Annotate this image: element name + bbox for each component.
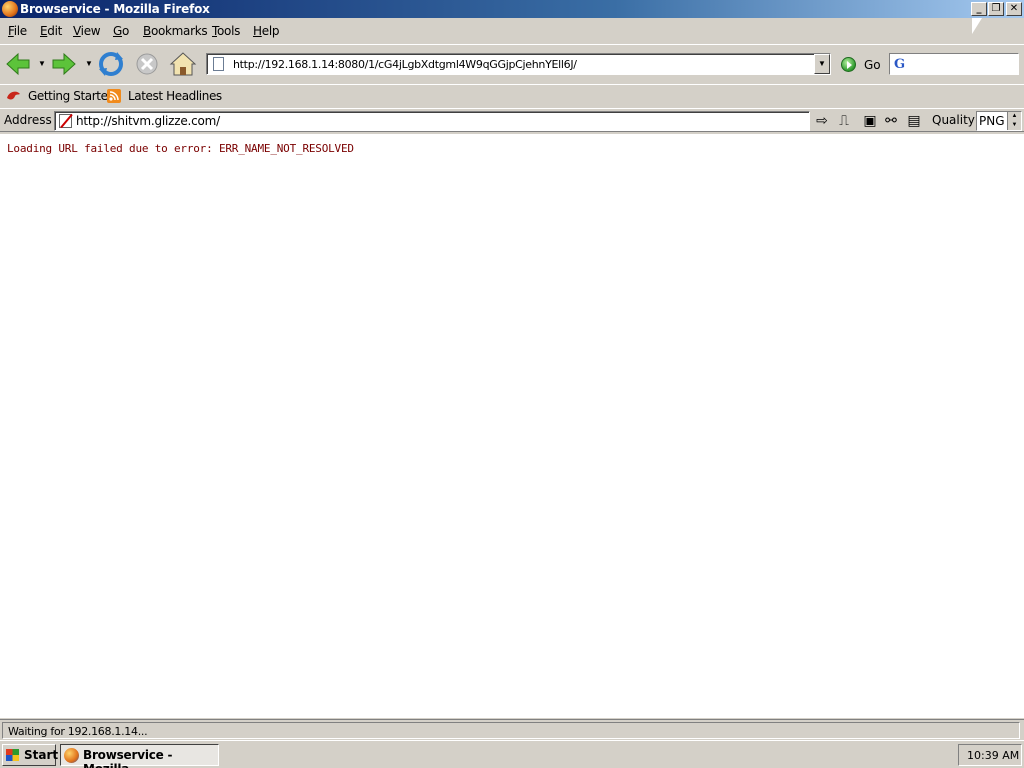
navigation-toolbar: ▼ ▼ http://192.168.1.14:8080/1/cG4jLgbXd…: [0, 44, 1024, 82]
start-button[interactable]: Start: [2, 744, 59, 766]
address-text[interactable]: http://shitvm.glizze.com/: [76, 114, 220, 128]
menu-bookmarks[interactable]: Bookmarks: [143, 24, 208, 38]
google-search-icon[interactable]: G: [894, 57, 905, 72]
forward-dropdown-icon[interactable]: ▼: [85, 59, 93, 68]
find-binoculars-icon[interactable]: ⚯: [883, 113, 899, 129]
minimize-button[interactable]: _: [971, 2, 987, 16]
quality-label: Quality: [932, 113, 975, 127]
go-icon[interactable]: [841, 57, 856, 72]
clock[interactable]: 10:39 AM: [967, 749, 1019, 762]
getting-started-icon: [7, 91, 20, 100]
bookmark-list-icon[interactable]: ▣: [862, 113, 878, 129]
taskbar-task-label: Browservice - Mozilla...: [83, 748, 173, 768]
menu-go[interactable]: Go: [113, 24, 129, 38]
mouse-cursor-icon: [972, 18, 982, 34]
bookmark-latest-headlines[interactable]: Latest Headlines: [128, 89, 222, 103]
windows-logo-icon: [6, 749, 19, 761]
status-bar: Waiting for 192.168.1.14...: [0, 719, 1024, 740]
menu-view[interactable]: View: [73, 24, 101, 38]
rss-feed-icon: [107, 89, 121, 103]
stop-button[interactable]: [133, 51, 161, 77]
close-button[interactable]: ✕: [1006, 2, 1022, 16]
page-icon: [213, 57, 224, 71]
home-button[interactable]: [169, 51, 197, 77]
url-history-dropdown[interactable]: ▼: [814, 54, 830, 74]
title-bar: Browservice - Mozilla Firefox _ ❐ ✕: [0, 0, 1024, 18]
status-panel: Waiting for 192.168.1.14...: [2, 722, 1020, 739]
broken-page-icon: [59, 114, 72, 128]
firefox-icon: [64, 748, 79, 763]
url-bar[interactable]: http://192.168.1.14:8080/1/cG4jLgbXdtgml…: [206, 53, 831, 75]
status-text: Waiting for 192.168.1.14...: [8, 725, 148, 738]
taskbar-firefox-button[interactable]: Browservice - Mozilla...: [60, 744, 219, 768]
quality-spinner-icon[interactable]: ▲ ▼: [1007, 112, 1021, 130]
search-box[interactable]: G: [889, 53, 1019, 75]
bookmark-getting-started[interactable]: Getting Started: [28, 89, 115, 103]
address-label: Address: [4, 113, 52, 127]
restore-button[interactable]: ❐: [988, 2, 1004, 16]
menu-edit[interactable]: Edit: [40, 24, 62, 38]
error-message: Loading URL failed due to error: ERR_NAM…: [7, 142, 354, 155]
back-dropdown-icon[interactable]: ▼: [38, 59, 46, 68]
quality-value[interactable]: PNG: [979, 114, 1005, 128]
bookmark-icon[interactable]: ⎍: [836, 113, 852, 129]
forward-button[interactable]: [50, 51, 78, 77]
menu-bar: File Edit View Go Bookmarks Tools Help: [0, 20, 1024, 42]
window-title: Browservice - Mozilla Firefox: [20, 2, 210, 16]
firefox-icon: [2, 1, 18, 17]
start-label: Start: [24, 748, 59, 762]
menu-tools[interactable]: Tools: [212, 24, 240, 38]
menu-help[interactable]: Help: [253, 24, 279, 38]
address-input[interactable]: http://shitvm.glizze.com/: [54, 111, 810, 131]
system-tray: 10:39 AM: [958, 744, 1022, 766]
go-arrow-icon[interactable]: ⇨: [814, 113, 830, 129]
go-button-label[interactable]: Go: [864, 58, 881, 72]
clipboard-icon[interactable]: ▤: [906, 113, 922, 129]
url-text[interactable]: http://192.168.1.14:8080/1/cG4jLgbXdtgml…: [233, 58, 577, 71]
menu-file[interactable]: File: [8, 24, 27, 38]
address-toolbar: Address http://shitvm.glizze.com/ ⇨ ⎍ ▣ …: [0, 108, 1024, 132]
back-button[interactable]: [4, 51, 32, 77]
reload-button[interactable]: [97, 51, 125, 77]
page-content: Loading URL failed due to error: ERR_NAM…: [0, 134, 1024, 718]
taskbar: Start Browservice - Mozilla... 10:39 AM: [0, 740, 1024, 768]
quality-select[interactable]: PNG ▲ ▼: [976, 111, 1022, 131]
bookmarks-toolbar: Getting Started Latest Headlines: [0, 84, 1024, 107]
